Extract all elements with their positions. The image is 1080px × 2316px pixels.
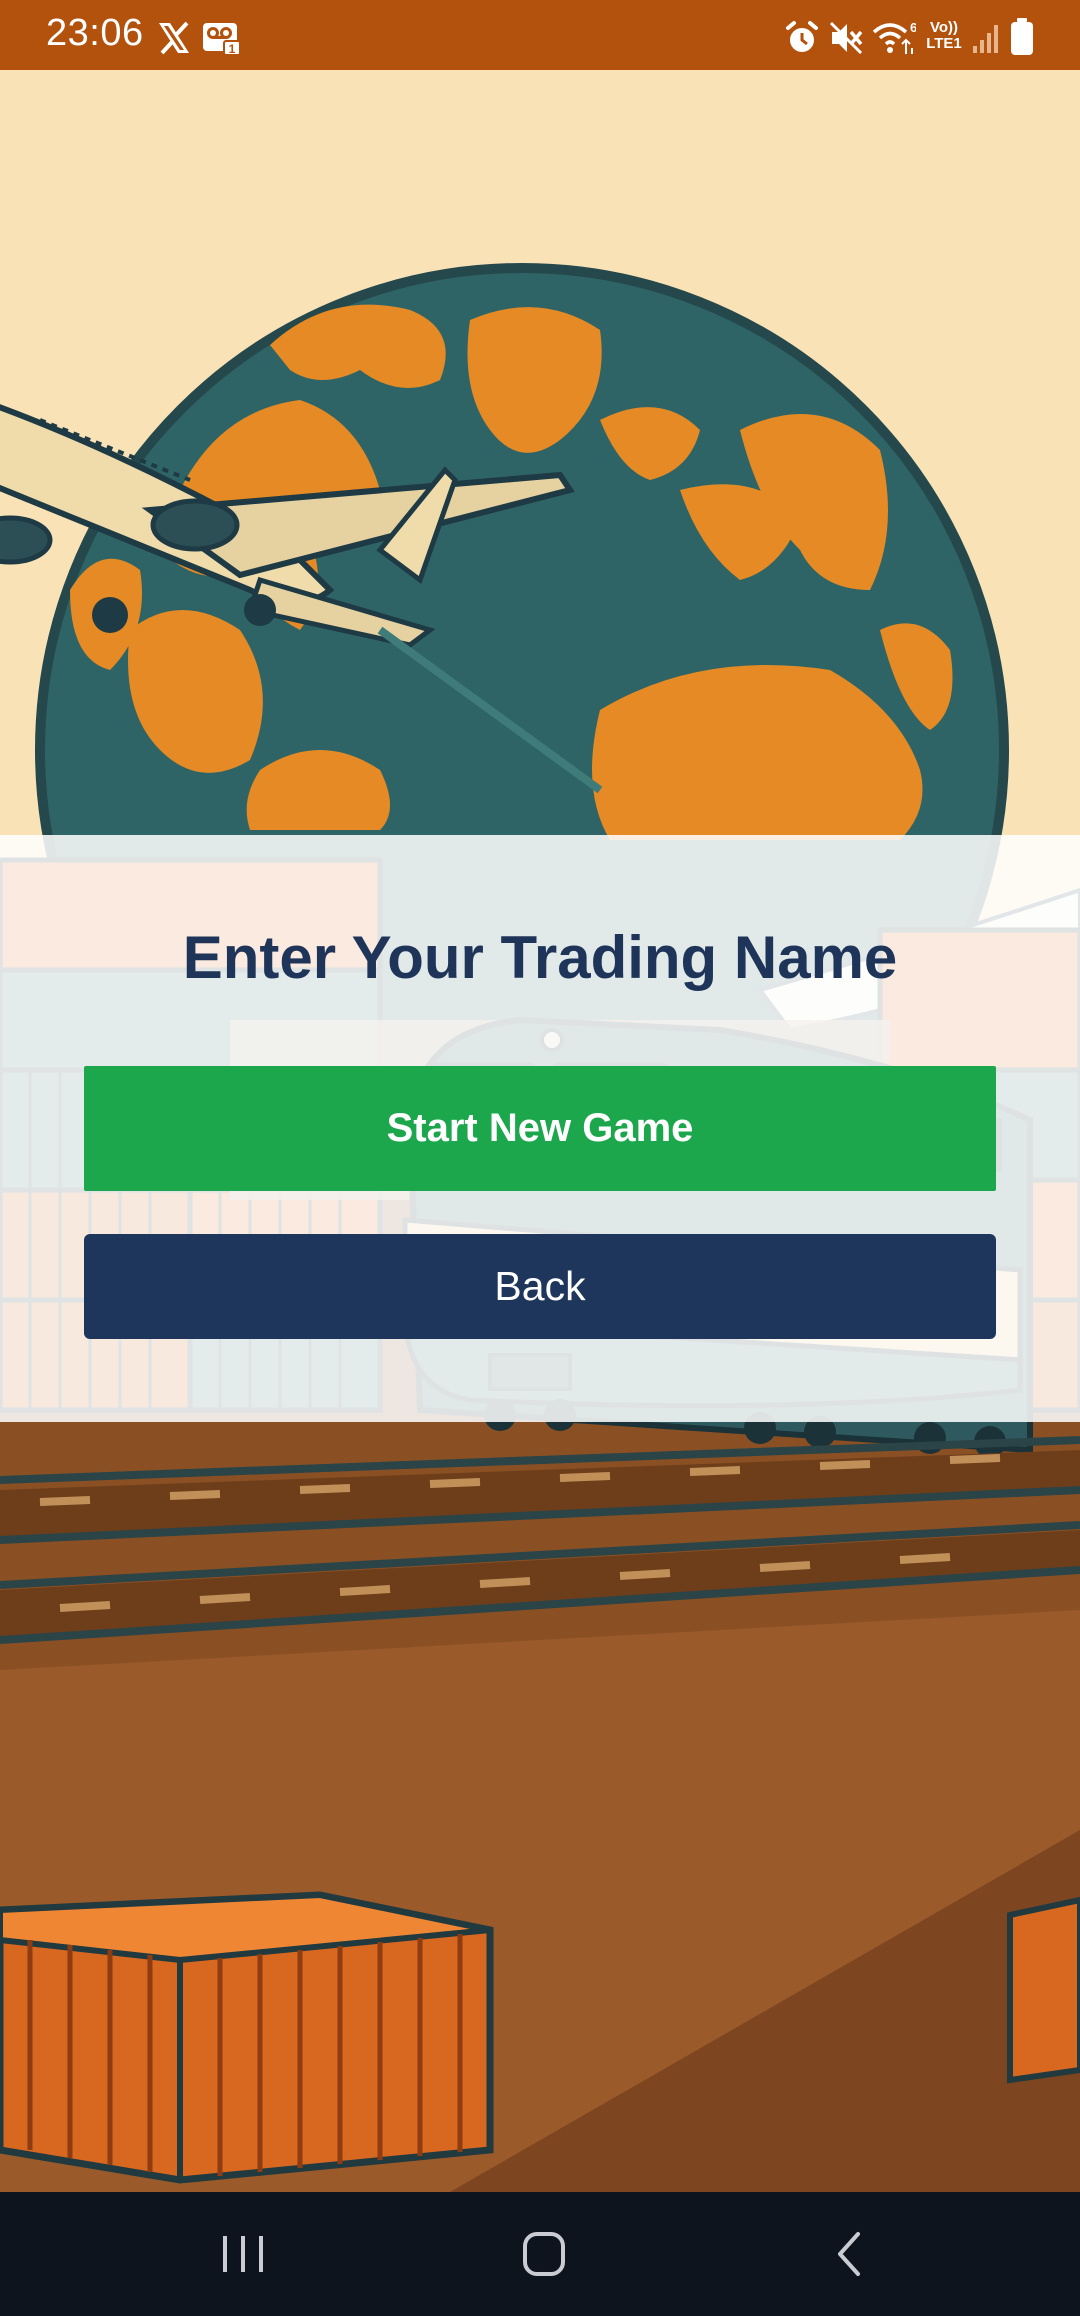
signal-icon xyxy=(973,25,998,53)
volte-line2: LTE1 xyxy=(926,35,962,52)
wifi-icon: 6 xyxy=(872,20,916,54)
svg-text:1: 1 xyxy=(229,42,236,56)
wifi-badge: 6 xyxy=(910,20,916,35)
trading-name-panel: Enter Your Trading Name Start New Game B… xyxy=(0,835,1080,1422)
status-bar: 23:06 1 6 Vo)) LTE1 xyxy=(0,0,1080,70)
foreground-container-right xyxy=(1007,1896,1080,2084)
mute-icon xyxy=(829,21,863,55)
start-new-game-button[interactable]: Start New Game xyxy=(84,1066,996,1191)
battery-icon xyxy=(1011,18,1033,55)
status-time: 23:06 xyxy=(46,12,144,54)
voicemail-icon: 1 xyxy=(203,23,241,56)
navigation-bar xyxy=(0,2192,1080,2316)
home-icon[interactable] xyxy=(505,2222,585,2286)
back-button[interactable]: Back xyxy=(84,1234,996,1339)
back-nav-icon[interactable] xyxy=(810,2222,890,2286)
recent-apps-icon[interactable] xyxy=(205,2222,285,2286)
foreground-container xyxy=(0,1891,494,2184)
volte-icon: Vo)) LTE1 xyxy=(920,20,968,52)
volte-line1: Vo)) xyxy=(929,19,959,36)
x-logo-icon xyxy=(159,21,189,55)
page-title: Enter Your Trading Name xyxy=(182,924,898,991)
alarm-icon xyxy=(786,21,818,52)
